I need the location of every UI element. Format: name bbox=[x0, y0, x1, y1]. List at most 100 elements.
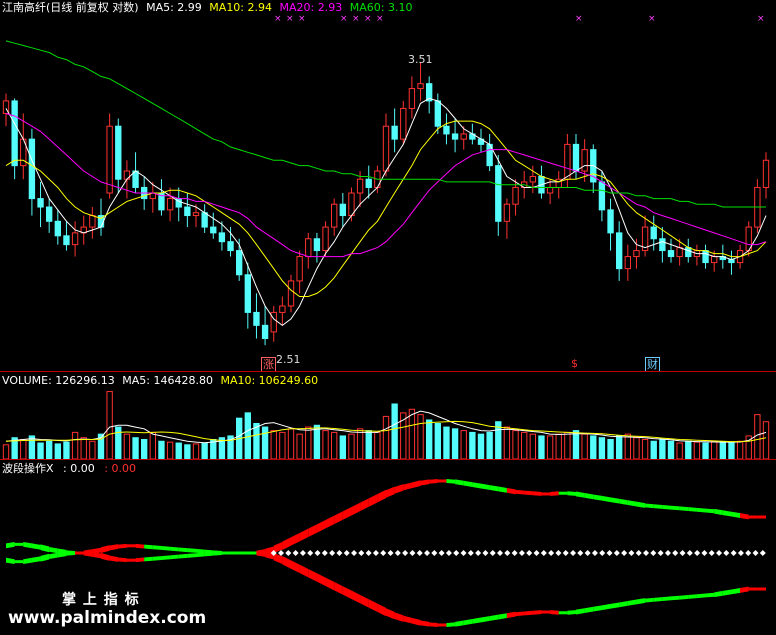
indicator-upper-step bbox=[714, 508, 723, 516]
indicator-lower-step bbox=[394, 612, 404, 622]
candle-body bbox=[607, 209, 614, 234]
indicator-lower-step bbox=[619, 601, 628, 608]
indicator-lower-step bbox=[455, 620, 464, 627]
candle bbox=[331, 198, 338, 236]
indicator-lower-step bbox=[576, 608, 585, 615]
candle bbox=[616, 221, 623, 281]
indicator-lower-step bbox=[170, 554, 179, 560]
candle-body bbox=[624, 256, 631, 270]
volume-bar bbox=[348, 433, 355, 460]
event-marker-zhang[interactable]: 涨 bbox=[261, 357, 276, 372]
indicator-upper-step bbox=[282, 537, 291, 550]
ma60-label: MA60: 3.10 bbox=[349, 1, 413, 14]
volume-bar bbox=[192, 443, 200, 460]
indicator-upper-step bbox=[118, 543, 127, 549]
indicator-lower-step bbox=[506, 611, 516, 619]
indicator-lower-step bbox=[368, 599, 378, 612]
candle bbox=[71, 221, 79, 257]
candle bbox=[296, 250, 303, 294]
candle bbox=[89, 207, 96, 239]
stock-title[interactable]: 江南高纤(日线 前复权 对数) bbox=[2, 1, 139, 14]
candle bbox=[728, 250, 735, 275]
midline-diamond bbox=[555, 550, 562, 556]
candle-body bbox=[400, 107, 407, 140]
volume-bar bbox=[650, 440, 657, 460]
volume-bar bbox=[451, 428, 459, 460]
indicator-lower-step bbox=[645, 597, 654, 603]
midline-diamond bbox=[292, 550, 299, 556]
candle bbox=[287, 274, 295, 313]
candle bbox=[598, 171, 606, 222]
volume-bar bbox=[486, 431, 493, 460]
volume-bar bbox=[512, 430, 519, 460]
candle-body bbox=[261, 324, 269, 339]
indicator-lower-step bbox=[550, 610, 559, 615]
midline-diamond bbox=[409, 550, 416, 556]
candle-body bbox=[218, 232, 226, 243]
signal-marker: × bbox=[286, 14, 294, 24]
midline-diamond bbox=[453, 550, 460, 556]
indicator-lower-step bbox=[446, 622, 456, 627]
indicator-upper-step bbox=[351, 502, 361, 516]
candle-body bbox=[460, 133, 467, 140]
indicator-lower-step bbox=[627, 599, 637, 606]
candle bbox=[486, 133, 493, 172]
midline-diamond bbox=[431, 550, 438, 556]
candle-body bbox=[339, 203, 346, 217]
midline-diamond bbox=[438, 550, 445, 556]
indicator-upper-step bbox=[403, 482, 412, 491]
midline-diamond bbox=[358, 550, 365, 556]
volume-bar bbox=[287, 428, 295, 460]
candle bbox=[555, 171, 562, 199]
midline-diamond bbox=[285, 550, 292, 556]
indicator-upper-step bbox=[705, 508, 715, 514]
indicator-upper-step bbox=[498, 486, 507, 493]
indicator-name[interactable]: 波段操作X bbox=[2, 462, 54, 475]
indicator-lower-step bbox=[325, 577, 335, 591]
candle bbox=[115, 118, 122, 194]
volume-bar bbox=[616, 435, 623, 460]
volume-bar bbox=[106, 391, 113, 460]
candle-body bbox=[313, 238, 321, 252]
volume-bar bbox=[685, 440, 692, 460]
candle bbox=[641, 215, 649, 257]
candle bbox=[166, 187, 174, 222]
candle-body bbox=[184, 206, 191, 217]
candle bbox=[408, 76, 416, 119]
candle-body bbox=[348, 192, 355, 217]
candle-body bbox=[382, 125, 390, 172]
candle-body bbox=[711, 256, 718, 264]
event-marker-cai[interactable]: 财 bbox=[645, 357, 660, 372]
indicator-upper-step bbox=[40, 544, 50, 553]
indicator-lower-step bbox=[334, 581, 343, 595]
event-marker-dollar[interactable]: $ bbox=[571, 357, 578, 370]
candle bbox=[745, 221, 752, 257]
volume-bar bbox=[305, 426, 312, 460]
low-price-label: 2.51 bbox=[276, 353, 301, 366]
midline-diamond bbox=[548, 550, 555, 556]
volume-bar bbox=[581, 433, 588, 460]
midline-diamond bbox=[336, 550, 343, 556]
indicator-lower-step bbox=[498, 613, 507, 620]
midline-diamond bbox=[526, 550, 533, 556]
midline-diamond bbox=[424, 550, 431, 556]
indicator-upper-step bbox=[109, 544, 119, 551]
indicator-upper-step bbox=[645, 503, 654, 509]
volume-bar bbox=[529, 433, 536, 460]
indicator-lower-step bbox=[722, 589, 732, 596]
volume-bar bbox=[365, 430, 372, 460]
candle-body bbox=[54, 220, 61, 237]
volume-bar bbox=[546, 435, 554, 460]
candle bbox=[2, 93, 10, 127]
volume-bar bbox=[149, 431, 156, 460]
candle-body bbox=[685, 247, 692, 258]
midline-diamond bbox=[343, 550, 350, 556]
indicator-upper-step bbox=[740, 513, 749, 520]
candle-body bbox=[667, 250, 675, 258]
indicator-lower-step bbox=[118, 557, 127, 563]
indicator-upper-step bbox=[101, 545, 110, 553]
indicator-lower-step bbox=[472, 617, 481, 624]
volume-bar bbox=[158, 440, 165, 460]
indicator-lower-step bbox=[247, 551, 257, 555]
ma5-label: MA5: 2.99 bbox=[146, 1, 202, 14]
